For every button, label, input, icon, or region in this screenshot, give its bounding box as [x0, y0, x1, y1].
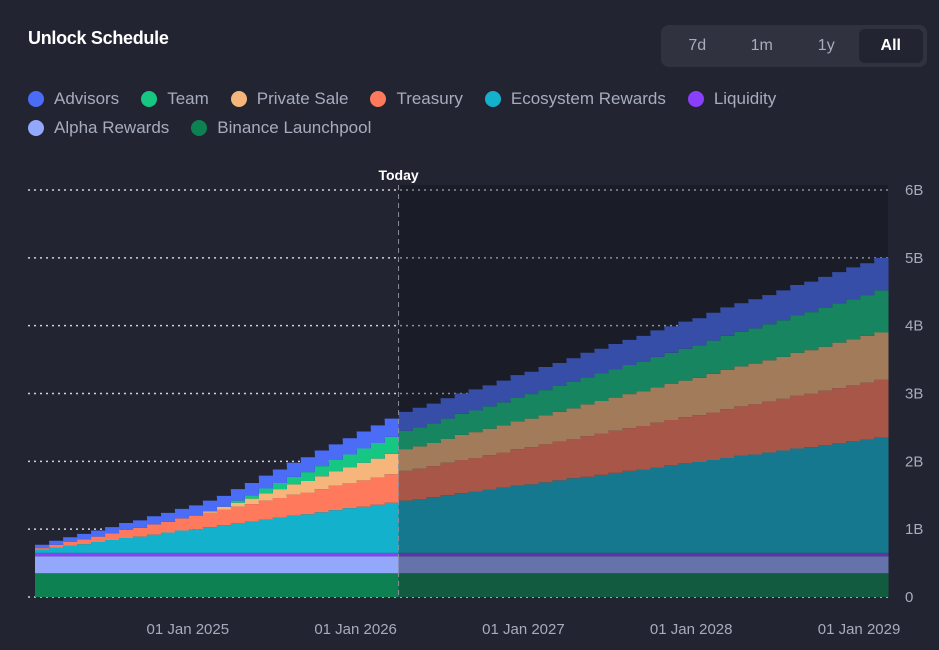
- legend-item-ecosystem-rewards[interactable]: Ecosystem Rewards: [484, 88, 666, 110]
- legend-item-team[interactable]: Team: [141, 88, 209, 110]
- legend-label: Ecosystem Rewards: [510, 89, 666, 108]
- legend-dot-icon: [28, 91, 44, 107]
- legend-label: Treasury: [396, 89, 463, 108]
- legend-label: Team: [167, 89, 209, 108]
- y-tick-label: 1B: [905, 521, 923, 538]
- legend-dot-icon: [230, 91, 247, 107]
- legend-label: Liquidity: [713, 89, 777, 108]
- y-tick-label: 5B: [905, 250, 923, 267]
- x-tick-label: 01 Jan 2029: [818, 621, 901, 638]
- legend-label: Binance Launchpool: [217, 118, 372, 137]
- chart-legend: Advisors Team Private Sale Treasury Ecosyste…: [28, 88, 908, 139]
- x-tick-label: 01 Jan 2028: [650, 621, 733, 638]
- legend-item-private-sale[interactable]: Private Sale: [230, 88, 349, 110]
- legend-item-alpha-rewards[interactable]: Alpha Rewards: [28, 117, 169, 139]
- y-tick-label: 2B: [905, 453, 923, 470]
- x-tick-label: 01 Jan 2026: [314, 621, 397, 638]
- today-label: Today: [378, 167, 418, 183]
- y-tick-label: 0: [905, 589, 913, 606]
- page-title: Unlock Schedule: [28, 28, 169, 48]
- legend-label: Private Sale: [256, 89, 349, 108]
- legend-dot-icon: [191, 120, 208, 136]
- legend-dot-icon: [687, 91, 704, 107]
- range-selector: 7d 1m 1y All: [661, 25, 927, 67]
- legend-item-liquidity[interactable]: Liquidity: [687, 88, 777, 110]
- legend-item-binance-launchpool[interactable]: Binance Launchpool: [191, 117, 371, 139]
- range-1y-button[interactable]: 1y: [794, 29, 859, 63]
- range-all-button[interactable]: All: [858, 29, 923, 63]
- legend-dot-icon: [484, 91, 501, 107]
- range-7d-button[interactable]: 7d: [665, 29, 730, 63]
- x-tick-label: 01 Jan 2025: [147, 621, 230, 638]
- legend-dot-icon: [141, 91, 158, 107]
- y-tick-label: 4B: [905, 318, 923, 335]
- legend-item-treasury[interactable]: Treasury: [370, 88, 463, 110]
- legend-label: Advisors: [54, 89, 120, 108]
- legend-dot-icon: [28, 120, 44, 136]
- legend-label: Alpha Rewards: [54, 118, 170, 137]
- legend-item-advisors[interactable]: Advisors: [28, 88, 119, 110]
- legend-dot-icon: [370, 91, 387, 107]
- y-tick-label: 3B: [905, 386, 923, 403]
- x-tick-label: 01 Jan 2027: [482, 621, 565, 638]
- y-tick-label: 6B: [905, 182, 923, 199]
- future-dim-overlay: [398, 185, 888, 597]
- range-1m-button[interactable]: 1m: [730, 29, 795, 63]
